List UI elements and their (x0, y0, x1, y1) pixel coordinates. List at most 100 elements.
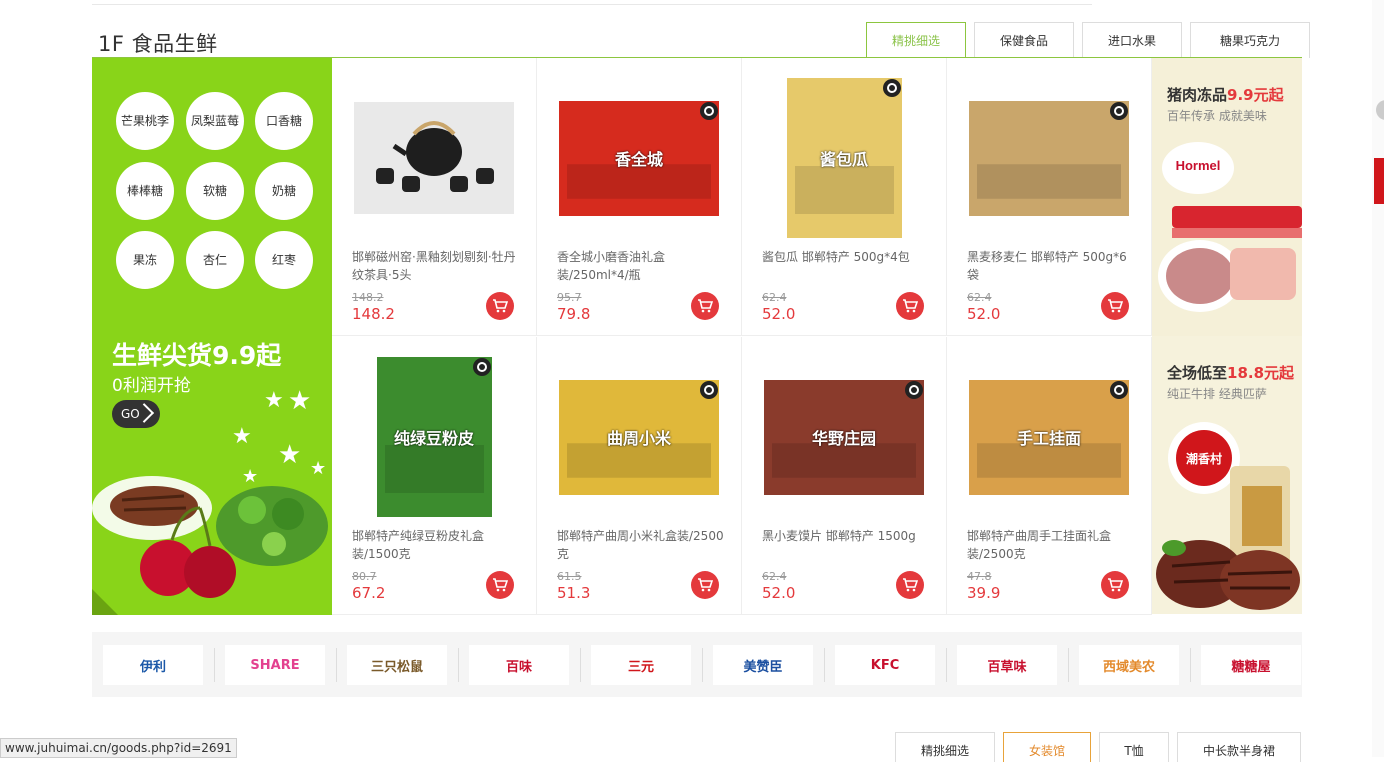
brand-logo[interactable]: 三元 (591, 645, 691, 685)
original-price: 61.5 (557, 570, 582, 583)
product-name[interactable]: 香全城小磨香油礼盒装/250ml*4/瓶 (557, 248, 727, 284)
add-to-cart-button[interactable] (1101, 292, 1129, 320)
add-to-cart-button[interactable] (486, 571, 514, 599)
sale-price: 52.0 (967, 305, 1001, 323)
brand-logo[interactable]: 百味 (469, 645, 569, 685)
product-image[interactable] (969, 78, 1129, 238)
product-image[interactable]: 华野庄园 (764, 357, 924, 517)
original-price: 80.7 (352, 570, 377, 583)
tab-selected[interactable]: 精挑细选 (866, 22, 966, 58)
product-name[interactable]: 黑小麦馍片 邯郸特产 1500g (762, 527, 932, 563)
brand-logo[interactable]: 三只松鼠 (347, 645, 447, 685)
side-toolbar-cart[interactable] (1374, 158, 1384, 204)
product-card[interactable]: 邯郸磁州窑·黑釉刻划剔刻·牡丹纹茶具·5头 148.2 148.2 (332, 58, 537, 336)
status-bar-url: www.juhuimai.cn/goods.php?id=2691 (0, 738, 237, 758)
tab-imported-fruit[interactable]: 进口水果 (1082, 22, 1182, 58)
original-price: 62.4 (762, 291, 787, 304)
product-name[interactable]: 邯郸磁州窑·黑釉刻划剔刻·牡丹纹茶具·5头 (352, 248, 522, 284)
brand-logo[interactable]: 糖糖屋 (1201, 645, 1301, 685)
tag-circle[interactable]: 软糖 (186, 162, 244, 220)
product-card[interactable]: 黑麦移麦仁 邯郸特产 500g*6袋 62.4 52.0 (947, 58, 1152, 336)
product-card[interactable]: 曲周小米邯郸特产曲周小米礼盒装/2500克 61.5 51.3 (537, 337, 742, 615)
product-card[interactable]: 手工挂面 邯郸特产曲周手工挂面礼盒装/2500克 47.8 39.9 (947, 337, 1152, 615)
tag-circle[interactable]: 杏仁 (186, 231, 244, 289)
add-to-cart-button[interactable] (1101, 571, 1129, 599)
banner-steak[interactable]: 全场低至18.8元起 纯正牛排 经典匹萨 潮香村 (1152, 336, 1302, 614)
food-illustration (92, 476, 328, 598)
brand-divider (1190, 648, 1191, 682)
original-price: 148.2 (352, 291, 384, 304)
product-box-label: 华野庄园 (811, 429, 876, 448)
floor-tabs: 精挑细选 保健食品 进口水果 糖果巧克力 (866, 22, 1310, 58)
go-button[interactable]: GO (112, 400, 160, 428)
brand-strip: 伊利 SHARE 三只松鼠 百味 三元 美赞臣 KFC 百草味 西域美农 糖糖屋 (92, 632, 1302, 697)
brand-divider (702, 648, 703, 682)
product-card[interactable]: 纯绿豆粉皮 邯郸特产纯绿豆粉皮礼盒装/1500克 80.7 67.2 (332, 337, 537, 615)
brand-divider (1068, 648, 1069, 682)
tag-circle[interactable]: 奶糖 (255, 162, 313, 220)
tab-selected[interactable]: 精挑细选 (895, 732, 995, 762)
product-card[interactable]: 华野庄园 黑小麦馍片 邯郸特产 1500g 62.4 52.0 (742, 337, 947, 615)
banner-title: 猪肉冻品9.9元起 (1167, 86, 1284, 104)
promo-subtitle: 0利润开抢 (112, 376, 191, 396)
pork-illustration: Hormel (1158, 142, 1302, 312)
add-to-cart-button[interactable] (896, 292, 924, 320)
product-name[interactable]: 黑麦移麦仁 邯郸特产 500g*6袋 (967, 248, 1137, 284)
product-name[interactable]: 邯郸特产曲周小米礼盒装/2500克 (557, 527, 727, 563)
product-image[interactable]: 香全城 (559, 78, 719, 238)
tag-circle[interactable]: 棒棒糖 (116, 162, 174, 220)
tab-tshirt[interactable]: T恤 (1099, 732, 1169, 762)
promo-title: 生鲜尖货9.9起 (112, 341, 282, 370)
banner-pork[interactable]: 猪肉冻品9.9元起 百年传承 成就美味 Hormel (1152, 58, 1302, 336)
brand-logo[interactable]: KFC (835, 645, 935, 685)
product-card[interactable]: 香全城 香全城小磨香油礼盒装/250ml*4/瓶 95.7 79.8 (537, 58, 742, 336)
star-icon: ★ (264, 388, 284, 413)
cart-icon (697, 578, 713, 592)
tag-circle[interactable]: 口香糖 (255, 92, 313, 150)
brand-divider (824, 648, 825, 682)
product-box-label: 香全城 (614, 150, 663, 169)
add-to-cart-button[interactable] (691, 292, 719, 320)
brand-logo[interactable]: SHARE (225, 645, 325, 685)
product-image[interactable]: 曲周小米 (559, 357, 719, 517)
original-price: 62.4 (762, 570, 787, 583)
add-to-cart-button[interactable] (896, 571, 924, 599)
tag-circle[interactable]: 果冻 (116, 231, 174, 289)
product-card[interactable]: 酱包瓜 酱包瓜 邯郸特产 500g*4包 62.4 52.0 (742, 58, 947, 336)
brand-logo[interactable]: 百草味 (957, 645, 1057, 685)
original-price: 62.4 (967, 291, 992, 304)
product-name[interactable]: 邯郸特产曲周手工挂面礼盒装/2500克 (967, 527, 1137, 563)
cart-icon (1107, 299, 1123, 313)
cart-icon (492, 299, 508, 313)
tab-candy-chocolate[interactable]: 糖果巧克力 (1190, 22, 1310, 58)
tag-circle[interactable]: 凤梨蓝莓 (186, 92, 244, 150)
product-name[interactable]: 邯郸特产纯绿豆粉皮礼盒装/1500克 (352, 527, 522, 563)
banner-subtitle: 百年传承 成就美味 (1167, 109, 1267, 123)
product-image[interactable]: 手工挂面 (969, 357, 1129, 517)
star-icon: ★ (232, 424, 252, 449)
product-image[interactable]: 酱包瓜 (764, 78, 924, 238)
add-to-cart-button[interactable] (691, 571, 719, 599)
product-name[interactable]: 酱包瓜 邯郸特产 500g*4包 (762, 248, 932, 284)
product-image[interactable]: 纯绿豆粉皮 (354, 357, 514, 517)
brand-logo[interactable]: 西域美农 (1079, 645, 1179, 685)
cart-icon (697, 299, 713, 313)
cart-icon (492, 578, 508, 592)
tag-circle[interactable]: 芒果桃李 (116, 92, 174, 150)
sale-price: 79.8 (557, 305, 591, 323)
sale-price: 51.3 (557, 584, 591, 602)
tab-health-food[interactable]: 保健食品 (974, 22, 1074, 58)
left-promo-panel: 芒果桃李 凤梨蓝莓 口香糖 棒棒糖 软糖 奶糖 果冻 杏仁 红枣 生鲜尖货9.9… (92, 58, 332, 615)
brand-logo-text: 潮香村 (1186, 451, 1222, 466)
add-to-cart-button[interactable] (486, 292, 514, 320)
sale-price: 148.2 (352, 305, 395, 323)
brand-logo[interactable]: 美赞臣 (713, 645, 813, 685)
product-image[interactable] (354, 78, 514, 238)
brand-logo[interactable]: 伊利 (103, 645, 203, 685)
right-banners: 猪肉冻品9.9元起 百年传承 成就美味 Hormel 全场低至18.8元起 纯正… (1152, 58, 1302, 615)
tab-women[interactable]: 女装馆 (1003, 732, 1091, 762)
tag-circle[interactable]: 红枣 (255, 231, 313, 289)
tab-midi-skirt[interactable]: 中长款半身裙 (1177, 732, 1301, 762)
steak-illustration: 潮香村 (1156, 422, 1300, 610)
floor-title: 1F 食品生鲜 (98, 32, 218, 56)
